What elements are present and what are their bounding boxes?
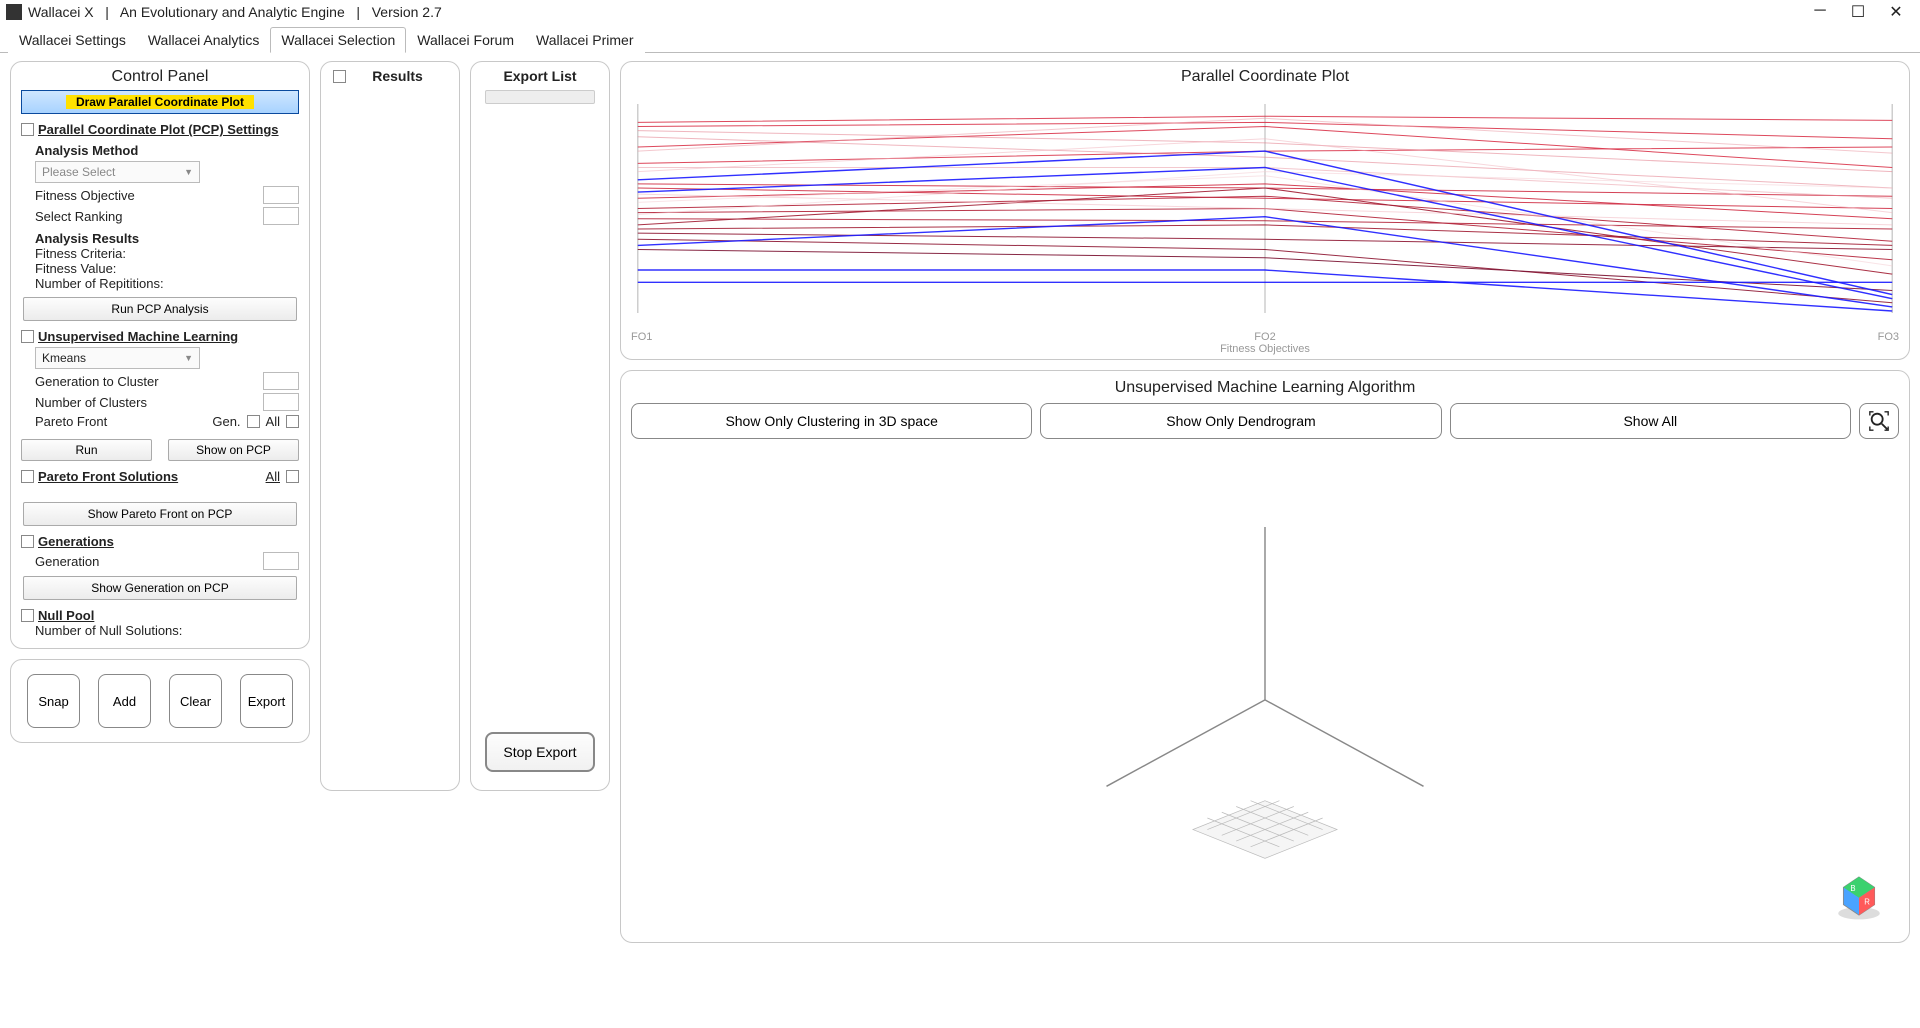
null-solutions-line: Number of Null Solutions:: [35, 623, 299, 638]
generations-checkbox[interactable]: [21, 535, 34, 548]
action-panel: Snap Add Clear Export: [10, 659, 310, 743]
analysis-method-select[interactable]: Please Select ▼: [35, 161, 200, 183]
pcp-settings-checkbox[interactable]: [21, 123, 34, 136]
magnify-icon: [1868, 410, 1890, 432]
svg-text:B: B: [1850, 884, 1855, 893]
generation-input[interactable]: [263, 552, 299, 570]
maximize-button[interactable]: ☐: [1848, 2, 1868, 22]
fitness-criteria-line: Fitness Criteria:: [35, 246, 299, 261]
uml-show-3d-button[interactable]: Show Only Clustering in 3D space: [631, 403, 1032, 439]
show-pareto-on-pcp-button[interactable]: Show Pareto Front on PCP: [23, 502, 297, 526]
uml-panel: Unsupervised Machine Learning Algorithm …: [620, 370, 1910, 943]
main-tabs: Wallacei Settings Wallacei Analytics Wal…: [0, 26, 1920, 53]
pcp-caption: Fitness Objectives: [629, 343, 1901, 355]
pcp-panel: Parallel Coordinate Plot FO1 FO2 FO3 Fit…: [620, 61, 1910, 360]
uml-title: Unsupervised Machine Learning Algorithm: [631, 379, 1899, 397]
pareto-all-checkbox[interactable]: [286, 415, 299, 428]
null-pool-heading: Null Pool: [38, 608, 94, 623]
minimize-button[interactable]: ─: [1810, 2, 1830, 22]
uml-method-select[interactable]: Kmeans ▼: [35, 347, 200, 369]
uml-checkbox[interactable]: [21, 330, 34, 343]
pcp-title: Parallel Coordinate Plot: [629, 68, 1901, 86]
fitness-objective-label: Fitness Objective: [35, 188, 263, 203]
tab-settings[interactable]: Wallacei Settings: [8, 27, 137, 53]
uml-show-dendrogram-button[interactable]: Show Only Dendrogram: [1040, 403, 1441, 439]
generation-label: Generation: [35, 554, 263, 569]
stop-export-button[interactable]: Stop Export: [485, 732, 594, 772]
export-list-title: Export List: [503, 68, 576, 84]
tab-analytics[interactable]: Wallacei Analytics: [137, 27, 271, 53]
pcp-axis-fo3: FO3: [1878, 331, 1899, 343]
close-button[interactable]: ✕: [1886, 2, 1906, 22]
pcp-axis-fo2: FO2: [1254, 331, 1275, 343]
select-ranking-input[interactable]: [263, 207, 299, 225]
control-panel: Control Panel Draw Parallel Coordinate P…: [10, 61, 310, 649]
num-clusters-input[interactable]: [263, 393, 299, 411]
show-generation-on-pcp-button[interactable]: Show Generation on PCP: [23, 576, 297, 600]
gen-to-cluster-input[interactable]: [263, 372, 299, 390]
uml-heading: Unsupervised Machine Learning: [38, 329, 238, 344]
gen-to-cluster-label: Generation to Cluster: [35, 374, 263, 389]
analysis-results-label: Analysis Results: [35, 231, 299, 246]
pcp-chart: [629, 86, 1901, 331]
results-title: Results: [340, 68, 455, 84]
num-clusters-label: Number of Clusters: [35, 395, 263, 410]
pcp-axis-fo1: FO1: [631, 331, 652, 343]
app-icon: [6, 4, 22, 20]
generations-heading: Generations: [38, 534, 114, 549]
chevron-down-icon: ▼: [184, 167, 193, 177]
uml-show-on-pcp-button[interactable]: Show on PCP: [168, 439, 299, 461]
select-ranking-label: Select Ranking: [35, 209, 263, 224]
uml-run-button[interactable]: Run: [21, 439, 152, 461]
export-button[interactable]: Export: [240, 674, 293, 728]
pareto-front-label: Pareto Front: [35, 414, 212, 429]
tab-selection[interactable]: Wallacei Selection: [270, 27, 406, 53]
export-list-panel: Export List Stop Export: [470, 61, 610, 791]
pareto-front-all-checkbox[interactable]: [286, 470, 299, 483]
draw-pcp-button[interactable]: Draw Parallel Coordinate Plot: [21, 90, 299, 114]
view-gizmo-icon[interactable]: B R: [1833, 870, 1885, 922]
uml-show-all-button[interactable]: Show All: [1450, 403, 1851, 439]
tab-forum[interactable]: Wallacei Forum: [406, 27, 525, 53]
analysis-method-label: Analysis Method: [35, 143, 299, 158]
uml-3d-viewport[interactable]: B R: [631, 439, 1899, 932]
window-title: Wallacei X | An Evolutionary and Analyti…: [28, 4, 442, 20]
num-reps-line: Number of Repititions:: [35, 276, 299, 291]
tab-primer[interactable]: Wallacei Primer: [525, 27, 645, 53]
titlebar: Wallacei X | An Evolutionary and Analyti…: [0, 0, 1920, 22]
snap-button[interactable]: Snap: [27, 674, 80, 728]
pareto-front-heading: Pareto Front Solutions: [38, 469, 178, 484]
fitness-value-line: Fitness Value:: [35, 261, 299, 276]
null-pool-checkbox[interactable]: [21, 609, 34, 622]
results-panel: Results: [320, 61, 460, 791]
pareto-front-checkbox[interactable]: [21, 470, 34, 483]
control-panel-title: Control Panel: [21, 68, 299, 86]
uml-zoom-button[interactable]: [1859, 403, 1899, 439]
pareto-gen-checkbox[interactable]: [247, 415, 260, 428]
run-pcp-button[interactable]: Run PCP Analysis: [23, 297, 297, 321]
fitness-objective-input[interactable]: [263, 186, 299, 204]
pcp-settings-heading: Parallel Coordinate Plot (PCP) Settings: [38, 122, 279, 137]
chevron-down-icon: ▼: [184, 353, 193, 363]
svg-text:R: R: [1864, 898, 1870, 907]
add-button[interactable]: Add: [98, 674, 151, 728]
clear-button[interactable]: Clear: [169, 674, 222, 728]
export-progress: [485, 90, 595, 104]
